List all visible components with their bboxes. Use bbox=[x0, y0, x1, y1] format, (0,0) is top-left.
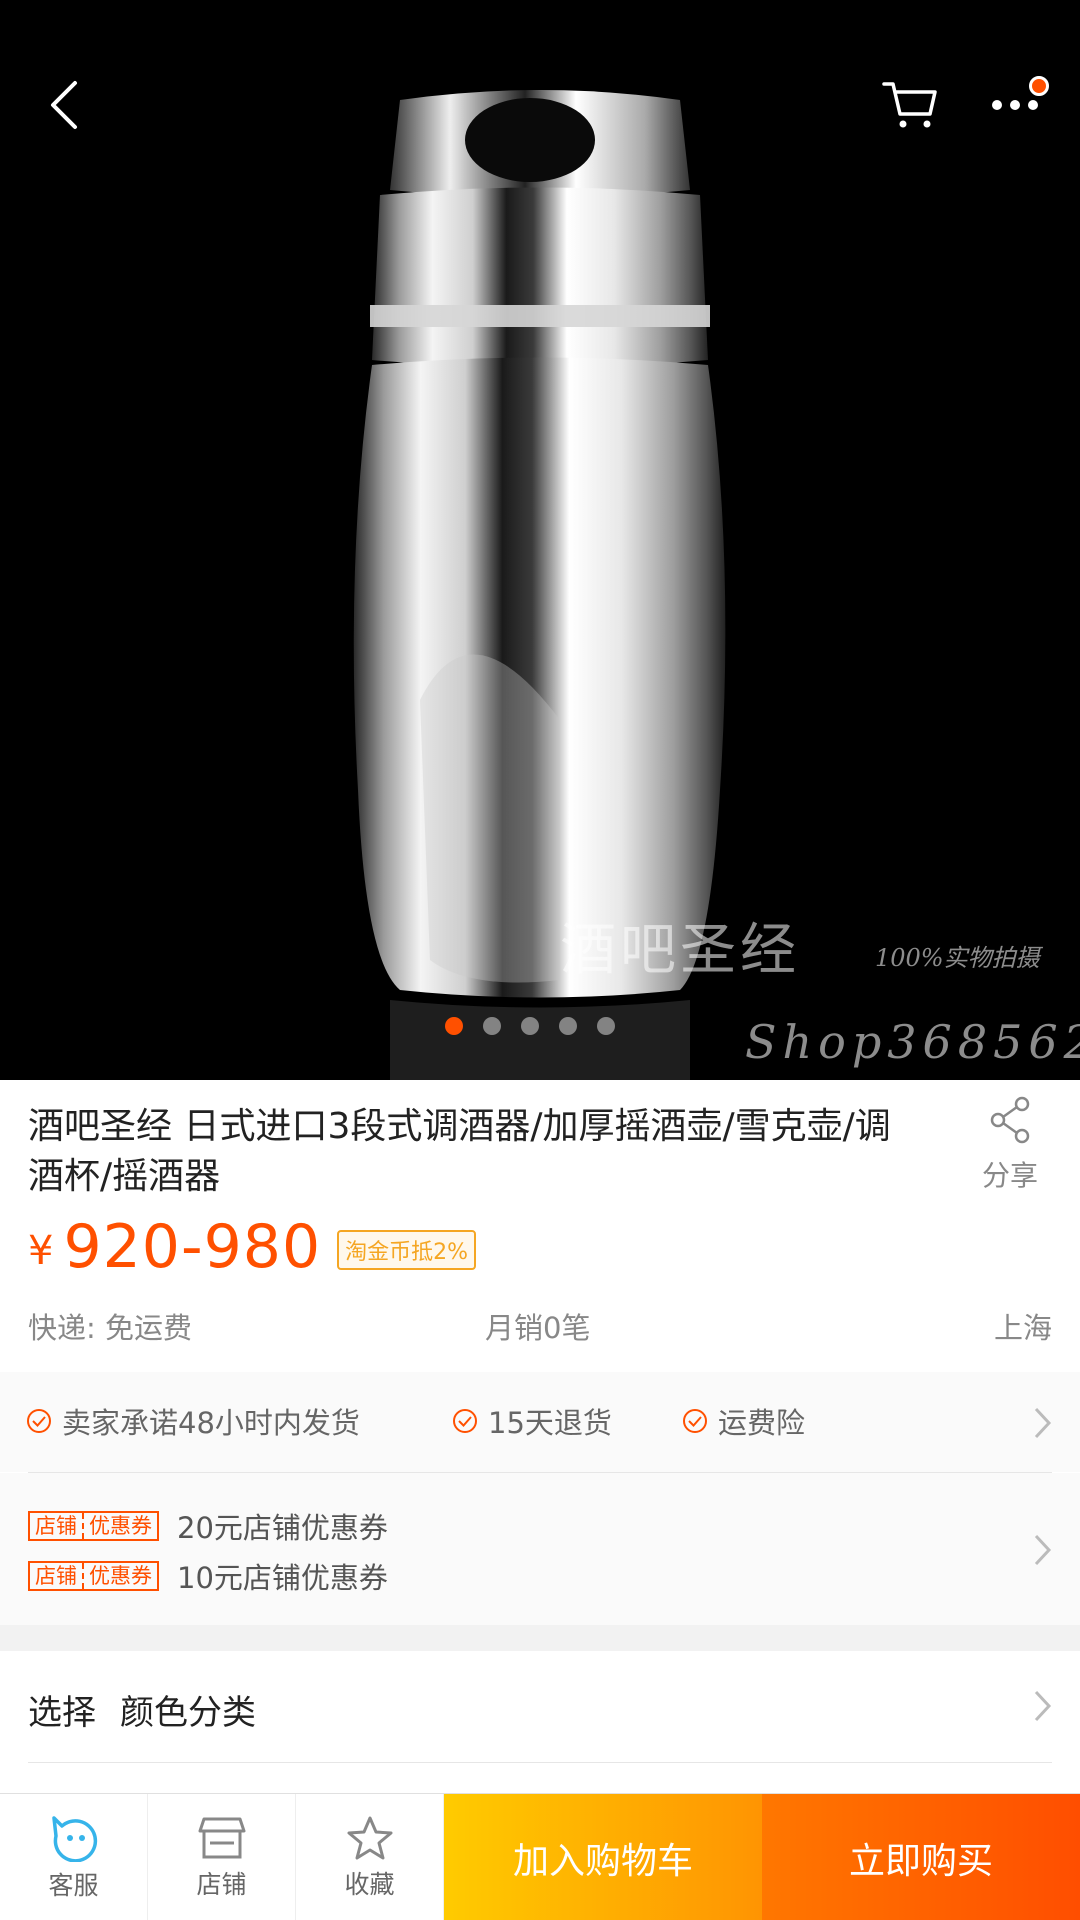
product-title: 酒吧圣经 日式进口3段式调酒器/加厚摇酒壶/雪克壶/调酒杯/摇酒器 bbox=[28, 1106, 891, 1197]
sku-select-row[interactable]: 选择 颜色分类 bbox=[0, 1651, 1080, 1761]
currency-symbol: ¥ bbox=[28, 1228, 54, 1274]
gallery-pagination bbox=[445, 1017, 615, 1035]
section-gap bbox=[0, 1625, 1080, 1651]
ship-from-location: 上海 bbox=[993, 1311, 1052, 1345]
gallery-dot[interactable] bbox=[597, 1017, 615, 1035]
coupon-tag: 店铺 优惠券 bbox=[28, 1561, 159, 1591]
service-item: 运费险 bbox=[682, 1400, 805, 1442]
cart-button[interactable] bbox=[870, 70, 950, 140]
favorite-label: 收藏 bbox=[344, 1869, 395, 1899]
gallery-dot[interactable] bbox=[559, 1017, 577, 1035]
gallery-dot[interactable] bbox=[521, 1017, 539, 1035]
shop-label: 店铺 bbox=[196, 1869, 247, 1899]
share-icon bbox=[990, 1096, 1030, 1144]
bottom-action-bar: 客服 店铺 收藏 加入购物车 立即购买 bbox=[0, 1793, 1080, 1920]
back-button[interactable] bbox=[30, 70, 100, 140]
service-label: 15天退货 bbox=[488, 1406, 612, 1440]
shop-button[interactable]: 店铺 bbox=[148, 1794, 296, 1920]
share-label: 分享 bbox=[981, 1159, 1038, 1192]
notification-dot bbox=[1029, 76, 1049, 96]
coupon-item: 店铺 优惠券 20元店铺优惠券 bbox=[28, 1505, 388, 1547]
chevron-left-icon bbox=[51, 81, 77, 129]
price-section: ¥ 920-980 淘金币抵2% bbox=[28, 1212, 477, 1282]
monthly-sales: 月销0笔 bbox=[485, 1311, 591, 1345]
coupon-text: 20元店铺优惠券 bbox=[177, 1511, 388, 1545]
check-circle-icon bbox=[683, 1409, 707, 1433]
chevron-right-icon bbox=[1034, 1534, 1052, 1566]
buy-now-button[interactable]: 立即购买 bbox=[762, 1794, 1080, 1920]
select-value: 颜色分类 bbox=[120, 1693, 256, 1733]
chevron-right-icon bbox=[1034, 1690, 1052, 1722]
watermark-tag: 100%实物拍摄 bbox=[875, 944, 1040, 972]
coupon-tag: 店铺 优惠券 bbox=[28, 1511, 159, 1541]
star-icon bbox=[347, 1816, 392, 1859]
coin-discount-badge: 淘金币抵2% bbox=[337, 1230, 477, 1270]
select-label: 选择 bbox=[28, 1693, 96, 1733]
check-circle-icon bbox=[27, 1409, 51, 1433]
customer-service-label: 客服 bbox=[48, 1870, 99, 1900]
add-to-cart-button[interactable]: 加入购物车 bbox=[444, 1794, 762, 1920]
watermark-brand: 酒吧圣经 bbox=[560, 918, 800, 983]
shipping-info-row: 快递: 免运费 月销0笔 上海 bbox=[28, 1305, 1052, 1349]
product-image-gallery[interactable]: 酒吧圣经 100%实物拍摄 Shop36856260 bbox=[0, 0, 1080, 1080]
coupon-tag-shop: 店铺 bbox=[35, 1564, 77, 1588]
watermark-shop-id: Shop36856260 bbox=[745, 1015, 1080, 1069]
coupon-tag-shop: 店铺 bbox=[35, 1514, 77, 1538]
coupon-tag-type: 优惠券 bbox=[82, 1513, 157, 1539]
shop-icon bbox=[198, 1817, 245, 1858]
price-range: 920-980 bbox=[63, 1212, 322, 1282]
customer-service-icon bbox=[51, 1815, 97, 1862]
product-photo-shaker bbox=[353, 90, 726, 1080]
service-item: 15天退货 bbox=[452, 1400, 612, 1442]
divider bbox=[28, 1762, 1052, 1763]
gallery-dot[interactable] bbox=[445, 1017, 463, 1035]
coupon-tag-type: 优惠券 bbox=[82, 1563, 157, 1589]
service-guarantees-row[interactable]: 卖家承诺48小时内发货 15天退货 运费险 bbox=[0, 1372, 1080, 1472]
service-label: 卖家承诺48小时内发货 bbox=[62, 1406, 360, 1440]
service-item: 卖家承诺48小时内发货 bbox=[26, 1400, 360, 1442]
share-button[interactable]: 分享 bbox=[955, 1096, 1065, 1206]
shopping-cart-icon bbox=[882, 82, 937, 128]
check-circle-icon bbox=[453, 1409, 477, 1433]
coupon-item: 店铺 优惠券 10元店铺优惠券 bbox=[28, 1555, 388, 1597]
more-dots-icon bbox=[992, 100, 1038, 110]
shipping-fee: 快递: 免运费 bbox=[28, 1311, 192, 1345]
product-title-section: 酒吧圣经 日式进口3段式调酒器/加厚摇酒壶/雪克壶/调酒杯/摇酒器 分享 bbox=[0, 1080, 1080, 1210]
customer-service-button[interactable]: 客服 bbox=[0, 1794, 148, 1920]
more-menu-button[interactable] bbox=[975, 70, 1055, 140]
gallery-dot[interactable] bbox=[483, 1017, 501, 1035]
shop-coupons-row[interactable]: 店铺 优惠券 20元店铺优惠券 店铺 优惠券 10元店铺优惠券 bbox=[0, 1473, 1080, 1625]
coupon-text: 10元店铺优惠券 bbox=[177, 1561, 388, 1595]
favorite-button[interactable]: 收藏 bbox=[296, 1794, 444, 1920]
service-label: 运费险 bbox=[718, 1406, 806, 1440]
chevron-right-icon bbox=[1034, 1407, 1052, 1439]
